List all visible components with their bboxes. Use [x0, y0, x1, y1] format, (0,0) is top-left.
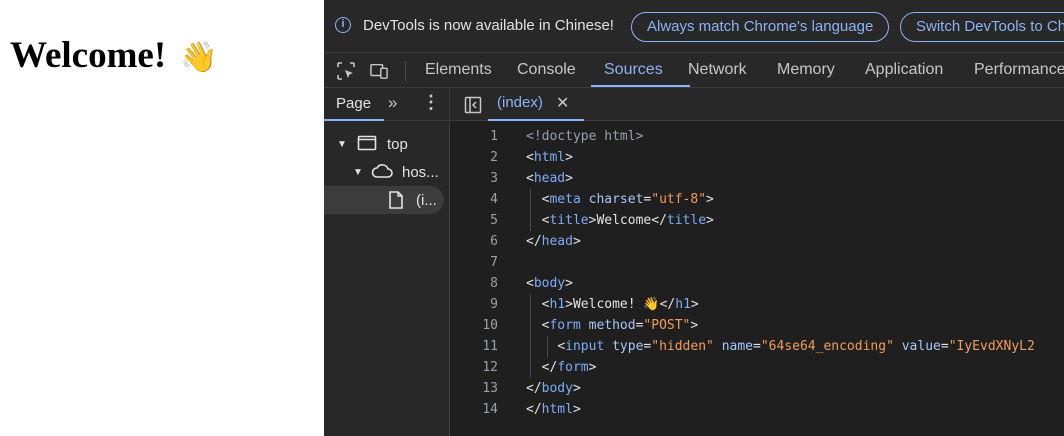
tree-label: hos... — [402, 164, 439, 181]
navigator-header: Page » ⋮ — [324, 88, 449, 121]
code-line[interactable]: 5 <title>Welcome</title> — [450, 210, 1064, 231]
file-tab-indicator — [488, 119, 584, 121]
code-line[interactable]: 7 — [450, 252, 1064, 273]
code-line[interactable]: 12 </form> — [450, 357, 1064, 378]
line-text: <h1>Welcome! 👋</h1> — [541, 297, 699, 312]
toolbar-separator — [405, 61, 406, 81]
tab-memory[interactable]: Memory — [777, 61, 835, 79]
device-toolbar-icon[interactable] — [370, 62, 388, 80]
expand-arrow-icon[interactable]: ▼ — [337, 139, 347, 150]
navigator-tab-page[interactable]: Page — [336, 95, 371, 112]
line-number[interactable]: 1 — [450, 129, 498, 144]
code-line[interactable]: 4 <meta charset="utf-8"> — [450, 189, 1064, 210]
tab-application[interactable]: Application — [865, 61, 943, 79]
line-text: </form> — [541, 360, 597, 375]
line-text: <title>Welcome</title> — [541, 213, 714, 228]
code-line[interactable]: 2 <html> — [450, 147, 1064, 168]
line-number[interactable]: 12 — [450, 360, 498, 375]
code-line[interactable]: 10 <form method="POST"> — [450, 315, 1064, 336]
devtools-toolbar: Elements Console Sources Network Memory … — [324, 53, 1064, 88]
source-editor: (index) ✕ 1 <!doctype html> 2 <html> 3 <head>… — [450, 88, 1064, 436]
line-number[interactable]: 13 — [450, 381, 498, 396]
line-text: <head> — [526, 171, 573, 186]
devtools-panel: i DevTools is now available in Chinese! … — [324, 0, 1064, 436]
toggle-navigator-icon[interactable] — [464, 96, 482, 114]
tree-item-host[interactable]: ▼ hos... — [324, 158, 449, 186]
line-text: <!doctype html> — [526, 129, 644, 144]
line-number[interactable]: 9 — [450, 297, 498, 312]
line-text: <input type="hidden" name="64se64_encodi… — [557, 339, 1035, 354]
line-number[interactable]: 4 — [450, 192, 498, 207]
line-number[interactable]: 14 — [450, 402, 498, 417]
code-line[interactable]: 1 <!doctype html> — [450, 126, 1064, 147]
line-text: </body> — [526, 381, 581, 396]
web-page: Welcome! 👋 — [0, 0, 324, 436]
code-line[interactable]: 3 <head> — [450, 168, 1064, 189]
active-tab-indicator — [591, 85, 690, 87]
line-text: </html> — [526, 402, 581, 417]
frame-icon — [357, 135, 377, 151]
line-number[interactable]: 5 — [450, 213, 498, 228]
line-number[interactable]: 10 — [450, 318, 498, 333]
line-number[interactable]: 11 — [450, 339, 498, 354]
page-heading: Welcome! 👋 — [10, 35, 218, 76]
line-number[interactable]: 6 — [450, 234, 498, 249]
line-number[interactable]: 2 — [450, 150, 498, 165]
line-text: </head> — [526, 234, 581, 249]
code-line[interactable]: 11 <input type="hidden" name="64se64_enc… — [450, 336, 1064, 357]
line-number[interactable]: 3 — [450, 171, 498, 186]
always-match-language-button[interactable]: Always match Chrome's language — [631, 12, 890, 42]
code-line[interactable]: 6 </head> — [450, 231, 1064, 252]
switch-to-chinese-button[interactable]: Switch DevTools to Chinese — [900, 12, 1064, 42]
editor-tab-bar: (index) ✕ — [450, 88, 1064, 121]
tree-label: (i... — [416, 192, 437, 209]
indent-guide — [530, 189, 531, 231]
indent-guide — [530, 294, 531, 378]
more-options-icon[interactable]: ⋮ — [422, 92, 440, 113]
inspect-element-icon[interactable] — [337, 62, 355, 80]
line-text: <meta charset="utf-8"> — [541, 192, 714, 207]
tree-item-top[interactable]: ▼ top — [324, 130, 449, 158]
expand-arrow-icon[interactable]: ▼ — [353, 167, 363, 178]
code-line[interactable]: 14 </html> — [450, 399, 1064, 420]
line-text: <body> — [526, 276, 573, 291]
code-line[interactable]: 9 <h1>Welcome! 👋</h1> — [450, 294, 1064, 315]
line-number[interactable]: 7 — [450, 255, 498, 270]
tree-item-index-file[interactable]: (i... — [324, 186, 444, 214]
file-icon — [389, 191, 403, 209]
tree-label: top — [387, 136, 408, 153]
cloud-icon — [371, 164, 393, 178]
waving-hand-emoji: 👋 — [180, 40, 218, 75]
indent-guide — [547, 336, 548, 357]
sources-navigator: Page » ⋮ ▼ top ▼ hos... (i... — [324, 88, 450, 436]
line-text: <html> — [526, 150, 573, 165]
tab-elements[interactable]: Elements — [425, 61, 492, 79]
code-line[interactable]: 8 <body> — [450, 273, 1064, 294]
file-tab-index[interactable]: (index) — [497, 94, 543, 111]
line-text: <form method="POST"> — [541, 318, 699, 333]
close-icon[interactable]: ✕ — [556, 93, 569, 113]
infobar-text: DevTools is now available in Chinese! — [363, 17, 614, 34]
language-infobar: i DevTools is now available in Chinese! … — [324, 0, 1064, 53]
tab-sources[interactable]: Sources — [604, 61, 663, 79]
tab-network[interactable]: Network — [688, 61, 747, 79]
more-tabs-chevron-icon[interactable]: » — [388, 93, 397, 113]
tab-performance[interactable]: Performance — [974, 61, 1064, 79]
navigator-tab-indicator — [324, 119, 384, 121]
info-icon: i — [335, 17, 351, 33]
code-line[interactable]: 13 </body> — [450, 378, 1064, 399]
line-number[interactable]: 8 — [450, 276, 498, 291]
tab-console[interactable]: Console — [517, 61, 576, 79]
